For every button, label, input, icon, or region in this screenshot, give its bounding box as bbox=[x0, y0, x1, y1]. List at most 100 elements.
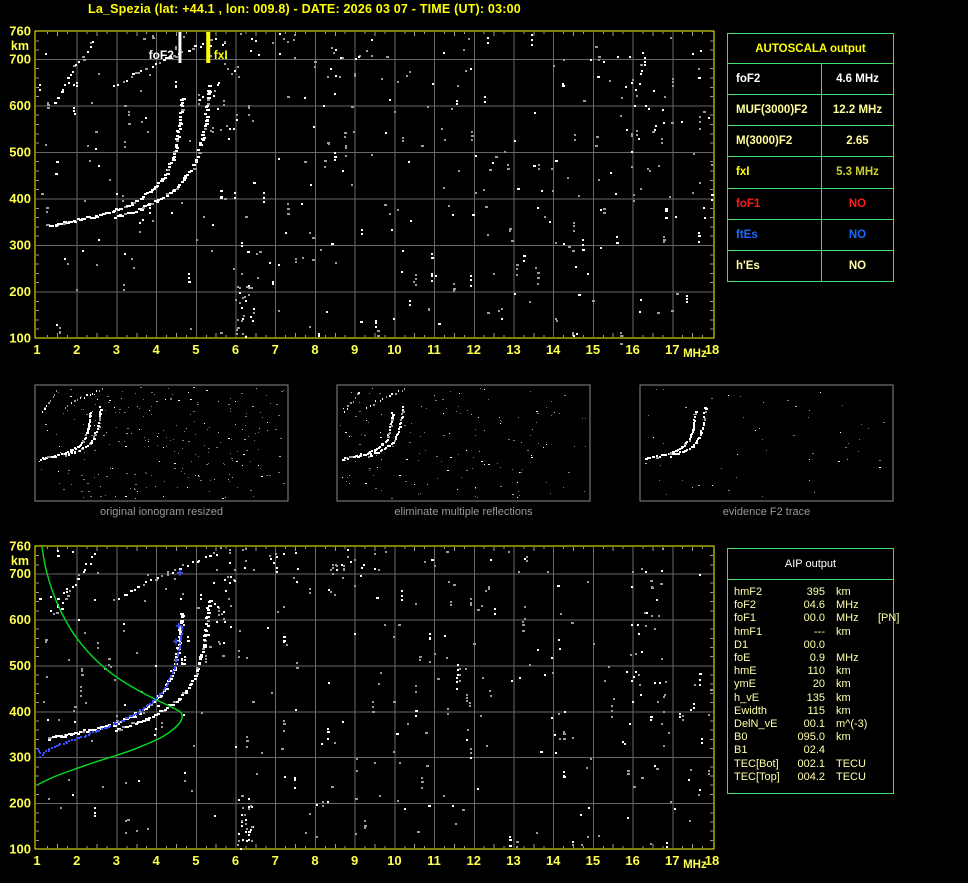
param-value: 2.65 bbox=[846, 135, 869, 148]
svg-text:400: 400 bbox=[9, 704, 31, 719]
param-label: foF1 bbox=[728, 188, 822, 219]
svg-text:5: 5 bbox=[192, 342, 199, 357]
aip-param-extra bbox=[878, 758, 890, 771]
aip-param-extra bbox=[878, 665, 890, 678]
param-label: h'Es bbox=[728, 250, 822, 281]
svg-text:500: 500 bbox=[9, 144, 31, 159]
svg-text:13: 13 bbox=[506, 853, 520, 868]
aip-param-name: D1 bbox=[734, 638, 749, 651]
aip-param-name: TEC[Bot] bbox=[734, 757, 779, 770]
aip-table-body: hmF2 395 km foF2 04.6 MHz foF1 00.0 MHz [PN] hmF1 -… bbox=[728, 580, 899, 784]
svg-text:10: 10 bbox=[387, 853, 401, 868]
fxI-marker-line bbox=[206, 32, 211, 63]
aip-param-name: h_vE bbox=[734, 691, 760, 704]
aip-param-unit bbox=[836, 639, 878, 652]
svg-text:400: 400 bbox=[9, 191, 31, 206]
svg-text:700: 700 bbox=[9, 566, 31, 581]
autoscala-table-title: AUTOSCALA output bbox=[728, 34, 893, 64]
foF2-marker-line bbox=[178, 32, 182, 63]
aip-param-name: foF1 bbox=[734, 612, 757, 625]
aip-param-name: B1 bbox=[734, 744, 748, 757]
aip-param-value: 00.0 bbox=[803, 612, 825, 625]
svg-text:10: 10 bbox=[387, 342, 401, 357]
aip-param-unit: km bbox=[836, 625, 851, 638]
aip-param-extra: [PN] bbox=[878, 612, 900, 625]
autoscala-output-table: AUTOSCALA output foF2 4.6 MHz MUF(3000)F… bbox=[727, 33, 894, 282]
aip-param-value: 00.1 bbox=[803, 718, 825, 731]
aip-param-unit: MHz bbox=[836, 612, 859, 625]
aip-param-unit bbox=[836, 744, 878, 757]
svg-text:760: 760 bbox=[9, 539, 31, 554]
aip-param-unit: TECU bbox=[836, 757, 866, 770]
aip-row: TEC[Bot] 002.1 TECU bbox=[734, 758, 890, 771]
aip-param-unit: MHz bbox=[836, 652, 859, 665]
svg-text:km: km bbox=[11, 39, 29, 53]
foF2-marker-label: foF2 bbox=[149, 48, 175, 62]
svg-text:760: 760 bbox=[9, 24, 31, 39]
aip-param-value: --- bbox=[814, 625, 825, 638]
svg-text:6: 6 bbox=[232, 342, 239, 357]
svg-text:500: 500 bbox=[9, 658, 31, 673]
aip-param-value: 110 bbox=[807, 665, 825, 678]
aip-output-table: AIP output hmF2 395 km foF2 04.6 MHz foF1 00.0 M… bbox=[727, 548, 899, 794]
aip-param-name: hmF2 bbox=[734, 586, 763, 598]
svg-text:km: km bbox=[11, 554, 29, 568]
aip-param-extra bbox=[878, 718, 890, 731]
svg-text:1: 1 bbox=[33, 342, 40, 357]
aip-param-value: 20 bbox=[812, 678, 825, 691]
panel-eliminate-reflections bbox=[336, 384, 591, 502]
svg-text:12: 12 bbox=[467, 342, 481, 357]
param-value: NO bbox=[848, 259, 867, 272]
aip-param-value: 0.9 bbox=[809, 652, 825, 665]
aip-param-name: foF2 bbox=[734, 599, 757, 612]
aip-param-unit: km bbox=[836, 731, 851, 744]
aip-param-unit: km bbox=[836, 665, 851, 678]
aip-row: ymE 20 km bbox=[734, 678, 890, 691]
svg-text:700: 700 bbox=[9, 51, 31, 66]
aip-param-unit: km bbox=[836, 678, 851, 691]
aip-row: D1 00.0 bbox=[734, 639, 890, 652]
aip-param-extra bbox=[878, 771, 890, 784]
panel-original-ionogram bbox=[34, 384, 289, 502]
aip-param-extra bbox=[878, 731, 890, 744]
aip-row: hmE 110 km bbox=[734, 665, 890, 678]
table-row: foF1 NO bbox=[728, 188, 893, 220]
aip-param-name: hmE bbox=[734, 665, 757, 678]
aip-row: hmF2 395 km bbox=[734, 586, 890, 599]
svg-text:11: 11 bbox=[427, 853, 441, 868]
table-row: M(3000)F2 2.65 bbox=[728, 126, 893, 158]
aip-param-unit: km bbox=[836, 704, 851, 717]
param-value: NO bbox=[848, 197, 867, 210]
aip-param-value: 115 bbox=[807, 704, 825, 717]
svg-text:14: 14 bbox=[546, 853, 561, 868]
svg-text:8: 8 bbox=[311, 342, 318, 357]
svg-text:11: 11 bbox=[427, 342, 441, 357]
aip-param-name: Ewidth bbox=[734, 704, 768, 717]
aip-row: foE 0.9 MHz bbox=[734, 652, 890, 665]
aip-param-extra bbox=[878, 692, 890, 705]
aip-row: h_vE 135 km bbox=[734, 692, 890, 705]
param-value: 4.6 MHz bbox=[836, 73, 879, 86]
aip-param-value: 004.2 bbox=[797, 770, 825, 783]
panel-caption-eliminate: eliminate multiple reflections bbox=[394, 506, 533, 518]
aip-row: DelN_vE 00.1 m^(-3) bbox=[734, 718, 890, 731]
aip-param-value: 00.0 bbox=[803, 638, 825, 651]
svg-text:600: 600 bbox=[9, 98, 31, 113]
svg-text:200: 200 bbox=[9, 796, 31, 811]
aip-table-title: AIP output bbox=[728, 549, 893, 580]
svg-text:9: 9 bbox=[351, 342, 358, 357]
svg-text:8: 8 bbox=[311, 853, 318, 868]
aip-param-name: TEC[Top] bbox=[734, 770, 780, 783]
aip-param-value: 02.4 bbox=[803, 744, 825, 757]
aip-param-extra bbox=[878, 626, 890, 639]
svg-text:18: 18 bbox=[705, 853, 719, 868]
svg-text:13: 13 bbox=[506, 342, 520, 357]
aip-param-name: B0 bbox=[734, 731, 748, 744]
svg-text:MHz: MHz bbox=[683, 348, 707, 360]
svg-text:200: 200 bbox=[9, 284, 31, 299]
svg-text:12: 12 bbox=[467, 853, 481, 868]
aip-param-unit: m^(-3) bbox=[836, 718, 868, 731]
aip-param-value: 04.6 bbox=[803, 599, 825, 612]
aip-param-extra bbox=[878, 586, 890, 599]
svg-text:2: 2 bbox=[73, 342, 80, 357]
